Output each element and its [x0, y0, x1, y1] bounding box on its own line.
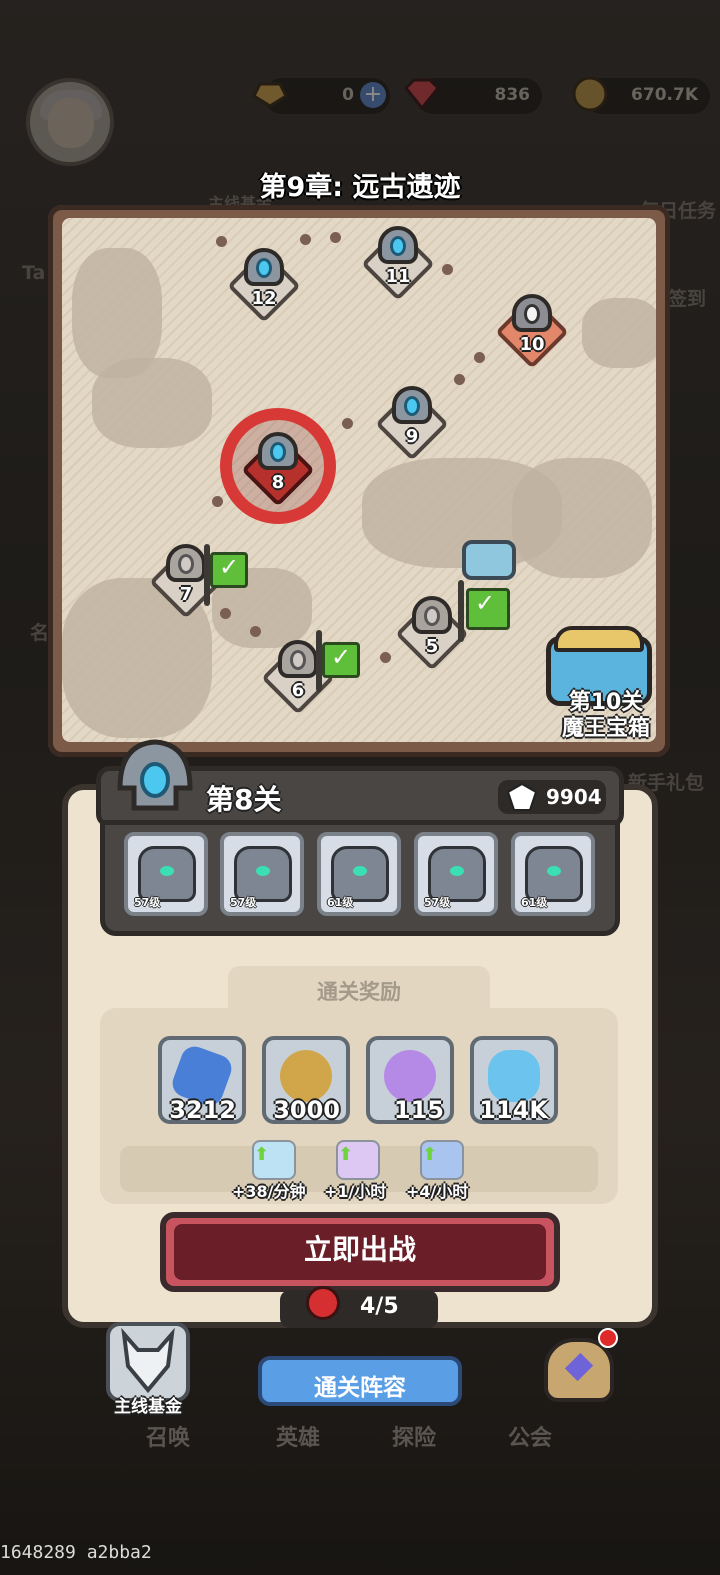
- chest-label-line2: 魔王宝箱: [561, 716, 650, 741]
- reward-coin[interactable]: 3000: [262, 1036, 350, 1124]
- reward-blue-potion[interactable]: 114K: [470, 1036, 558, 1124]
- path-dot: [442, 264, 453, 275]
- notification-dot: [598, 1328, 618, 1348]
- stamina-value: 4/5: [360, 1294, 399, 1319]
- rate-text: +4/小时: [406, 1182, 469, 1201]
- build-id: 1648289 a2bba2: [0, 1542, 152, 1563]
- apple-icon: [306, 1286, 340, 1320]
- path-dot: [380, 652, 391, 663]
- power-icon: [506, 782, 538, 811]
- stamina-badge: [280, 1290, 438, 1328]
- arrow-up-icon: ⬆: [422, 1144, 438, 1165]
- stage-node-9[interactable]: 9: [375, 382, 449, 461]
- reward-title: 通关奖励: [317, 980, 401, 1004]
- path-dot: [330, 232, 341, 243]
- path-dot: [216, 236, 227, 247]
- chest-label-line1: 第10关: [568, 690, 644, 715]
- reward-purple-potion[interactable]: 115: [366, 1036, 454, 1124]
- nav-guild[interactable]: 公会: [508, 1420, 552, 1452]
- blue-potion-icon: [488, 1050, 540, 1102]
- nav-explore[interactable]: 探险: [392, 1420, 436, 1452]
- path-dot: [250, 626, 261, 637]
- cleared-flag-icon: [210, 552, 248, 588]
- rate-blue-potion: ⬆: [242, 1140, 304, 1182]
- path-dot: [220, 608, 231, 619]
- path-dot: [474, 352, 485, 363]
- enemy-card[interactable]: 57级: [220, 832, 304, 916]
- stage-helmet-icon: [117, 739, 193, 811]
- purple-potion-icon: [384, 1050, 436, 1102]
- enemy-card[interactable]: 61级: [317, 832, 401, 916]
- path-dot: [342, 418, 353, 429]
- enemy-card[interactable]: 61级: [511, 832, 595, 916]
- path-dot: [300, 234, 311, 245]
- stage-node-10-boss[interactable]: 10: [495, 290, 569, 369]
- path-dot: [454, 374, 465, 385]
- rate-crystal: ⬆: [410, 1140, 472, 1182]
- enemy-card[interactable]: 57级: [414, 832, 498, 916]
- nav-summon[interactable]: 召唤: [146, 1420, 190, 1452]
- arrow-up-icon: ⬆: [254, 1144, 270, 1165]
- wolf-icon: [121, 1327, 175, 1394]
- chapter-title: 第9章: 远古遗迹: [259, 172, 461, 203]
- clear-lineup-button[interactable]: 通关阵容: [258, 1356, 462, 1406]
- rate-text: +1/小时: [324, 1182, 387, 1201]
- flag-pole: [458, 580, 464, 642]
- main-fund-label: 主线基金: [114, 1397, 182, 1417]
- clear-lineup-label: 通关阵容: [314, 1375, 406, 1401]
- stage-node-5[interactable]: 5: [395, 592, 469, 671]
- boss-chest-label: 第10关 魔王宝箱: [548, 690, 664, 742]
- coin-icon: [280, 1050, 332, 1102]
- cleared-flag-icon: [466, 588, 510, 630]
- rate-text: +38/分钟: [232, 1182, 306, 1201]
- reward-crystal[interactable]: 3212: [158, 1036, 246, 1124]
- stage-name: 第8关: [206, 783, 282, 816]
- fight-now-label: 立即出战: [303, 1233, 416, 1266]
- main-fund-button[interactable]: [106, 1322, 190, 1402]
- power-value: 9904: [546, 785, 602, 809]
- rate-purple-potion: ⬆: [326, 1140, 388, 1182]
- stage-node-8-current[interactable]: 8: [241, 428, 315, 507]
- path-dot: [212, 496, 223, 507]
- fight-now-button[interactable]: 立即出战: [160, 1212, 560, 1292]
- small-chest-icon[interactable]: [462, 540, 516, 580]
- enemy-card[interactable]: 57级: [124, 832, 208, 916]
- stage-node-11[interactable]: 11: [361, 222, 435, 301]
- nav-heroes[interactable]: 英雄: [276, 1420, 320, 1452]
- stage-node-12[interactable]: 12: [227, 244, 301, 323]
- arrow-up-icon: ⬆: [338, 1144, 354, 1165]
- cleared-flag-icon: [322, 642, 360, 678]
